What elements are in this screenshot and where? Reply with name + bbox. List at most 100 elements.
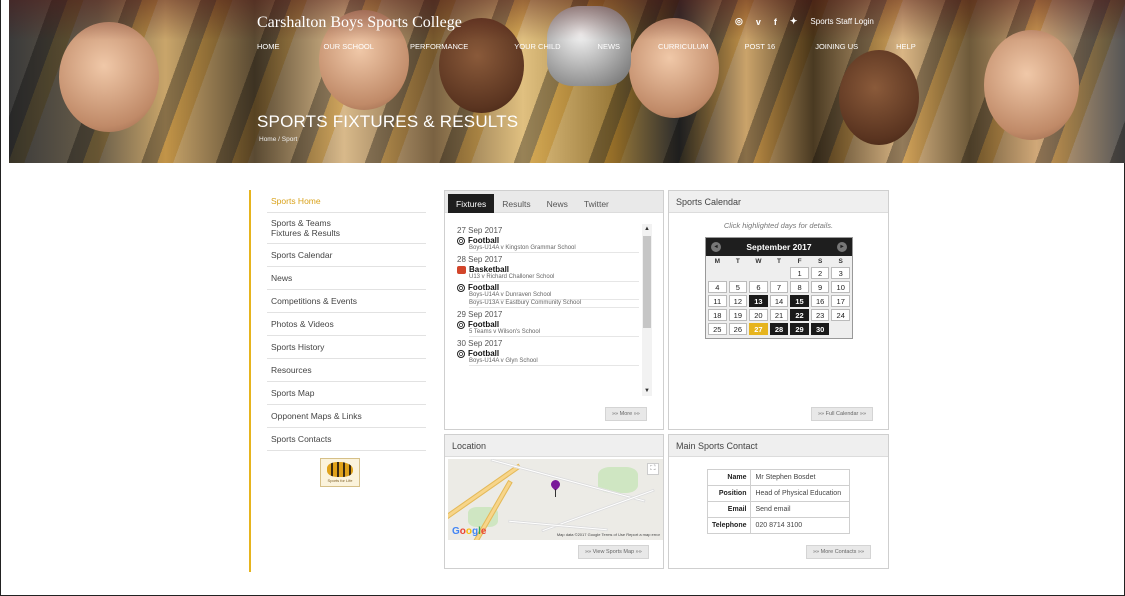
nav-our-school[interactable]: OUR SCHOOL <box>324 42 374 51</box>
map-attribution[interactable]: Map data ©2017 Google Terms of Use Repor… <box>557 532 660 537</box>
sidebar-item[interactable]: Resources <box>267 359 426 382</box>
more-fixtures-button[interactable]: »» More »» <box>605 407 647 421</box>
sidebar-item[interactable]: Sports & Teams Fixtures & Results <box>267 213 426 244</box>
vimeo-icon[interactable]: v <box>756 17 761 27</box>
map-road <box>508 519 608 532</box>
sidebar-item[interactable]: Sports Calendar <box>267 244 426 267</box>
fixture-sport[interactable]: Football <box>457 236 653 245</box>
calendar-day: 18 <box>708 309 727 321</box>
calendar-header: ◂ September 2017 ▸ <box>706 238 852 256</box>
calendar-day[interactable]: 15 <box>790 295 809 307</box>
hero-photo-figure <box>59 22 159 132</box>
fixture-sport-label: Football <box>468 320 500 329</box>
scroll-up-icon[interactable]: ▲ <box>643 226 651 232</box>
sports-sidebar: Sports Home Sports & Teams Fixtures & Res… <box>249 190 426 572</box>
calendar-day[interactable]: 22 <box>790 309 809 321</box>
calendar-panel: Sports Calendar Click highlighted days f… <box>668 190 889 430</box>
calendar-day: 21 <box>769 309 789 321</box>
contact-panel: Main Sports Contact Name Mr Stephen Bosde… <box>668 434 889 569</box>
calendar-day: 5 <box>728 281 748 293</box>
fixtures-scrollbar[interactable]: ▲ ▼ <box>642 224 652 396</box>
tab-results[interactable]: Results <box>494 194 538 213</box>
calendar-day[interactable]: 29 <box>790 323 809 335</box>
hero-photo-figure <box>629 18 719 118</box>
staff-login-link[interactable]: Sports Staff Login <box>810 17 873 26</box>
next-month-icon[interactable]: ▸ <box>836 242 847 252</box>
nav-your-child[interactable]: YOUR CHILD <box>514 42 560 51</box>
nav-help[interactable]: HELP <box>896 42 916 51</box>
sidebar-item[interactable]: Sports Home <box>267 190 426 213</box>
basketball-icon <box>457 265 466 274</box>
fixture-sport[interactable]: Basketball <box>457 265 653 274</box>
scroll-down-icon[interactable]: ▼ <box>643 388 651 394</box>
fullscreen-icon[interactable]: ⛶ <box>647 463 659 475</box>
calendar-day: 2 <box>810 267 830 279</box>
sidebar-item[interactable]: Opponent Maps & Links <box>267 405 426 428</box>
nav-home[interactable]: HOME <box>257 42 280 51</box>
contact-row: Email Send email <box>706 501 851 518</box>
fixture-sport[interactable]: Football <box>457 320 653 329</box>
fixture-sport[interactable]: Football <box>457 349 653 358</box>
calendar-day: 8 <box>790 281 809 293</box>
calendar-day: 6 <box>749 281 768 293</box>
top-navigation: HOME OUR SCHOOL PERFORMANCE YOUR CHILD N… <box>257 42 916 51</box>
tab-news[interactable]: News <box>539 194 576 213</box>
location-map[interactable]: ⛶ Google Map data ©2017 Google Terms of … <box>448 459 663 540</box>
weekday-label: S <box>817 258 823 265</box>
facebook-icon[interactable]: f <box>774 17 777 27</box>
contact-row: Position Head of Physical Education <box>706 485 851 502</box>
weekday-label: T <box>777 258 781 265</box>
prev-month-icon[interactable]: ◂ <box>711 242 721 252</box>
nav-post-16[interactable]: POST 16 <box>744 42 775 51</box>
instagram-icon[interactable]: ◎ <box>735 16 743 27</box>
social-links: ◎ v f ✦ Sports Staff Login <box>735 16 874 27</box>
fixture-match[interactable]: Boys-U14A v Dunraven School <box>469 292 639 300</box>
fixture-date: 28 Sep 2017 <box>457 255 503 264</box>
sidebar-item[interactable]: Sports Contacts <box>267 428 426 451</box>
tab-twitter[interactable]: Twitter <box>576 194 617 213</box>
more-contacts-button[interactable]: »» More Contacts »» <box>806 545 872 559</box>
nav-performance[interactable]: PERFORMANCE <box>410 42 468 51</box>
sidebar-item[interactable]: News <box>267 267 426 290</box>
fixtures-list[interactable]: 27 Sep 2017 Football Boys-U14A v Kingston … <box>457 224 653 394</box>
twitter-icon[interactable]: ✦ <box>790 16 798 27</box>
calendar-day[interactable]: 13 <box>749 295 768 307</box>
fixture-match[interactable]: Boys-U13A v Eastbury Community School <box>469 300 639 308</box>
fixture-match[interactable]: U13 v Richard Challoner School <box>469 274 639 282</box>
location-title: Location <box>445 435 663 457</box>
contact-value[interactable]: Send email <box>750 501 851 518</box>
sidebar-item[interactable]: Photos & Videos <box>267 313 426 336</box>
calendar-day: 20 <box>749 309 768 321</box>
breadcrumb[interactable]: Home / Sport <box>259 136 297 143</box>
fixture-match[interactable]: Boys-U14A v Glyn School <box>469 358 639 366</box>
calendar-day[interactable]: 28 <box>769 323 789 335</box>
view-sports-map-button[interactable]: »» View Sports Map »» <box>578 545 649 559</box>
full-calendar-button[interactable]: »» Full Calendar »» <box>811 407 874 421</box>
sidebar-item[interactable]: Sports History <box>267 336 426 359</box>
page-frame: Carshalton Boys Sports College HOME OUR … <box>0 0 1125 596</box>
fixtures-tabs: Fixtures Results News Twitter <box>445 191 663 213</box>
calendar-days: 1 2 3 4 5 6 7 8 9 10 11 12 13 14 15 16 17 18 19 20 21 22 23 24 2… <box>706 266 852 338</box>
calendar-day: 3 <box>831 267 850 279</box>
sidebar-menu: Sports Home Sports & Teams Fixtures & Res… <box>267 190 426 451</box>
contact-row: Name Mr Stephen Bosdet <box>706 469 851 486</box>
fixture-match[interactable]: 5 Teams v Wilson's School <box>469 329 639 337</box>
fixture-match[interactable]: Boys-U14A v Kingston Grammar School <box>469 245 639 253</box>
contact-key: Position <box>706 485 752 502</box>
sidebar-item[interactable]: Competitions & Events <box>267 290 426 313</box>
sports-for-life-logo[interactable]: Sports for Life <box>320 458 360 487</box>
tab-fixtures[interactable]: Fixtures <box>448 194 495 213</box>
nav-joining-us[interactable]: JOINING US <box>815 42 858 51</box>
site-title[interactable]: Carshalton Boys Sports College <box>257 14 462 32</box>
fixture-date: 30 Sep 2017 <box>457 339 503 348</box>
location-panel: Location ⛶ Google Map data ©2017 Google … <box>444 434 664 569</box>
sidebar-item[interactable]: Sports Map <box>267 382 426 405</box>
nav-curriculum[interactable]: CURRICULUM <box>658 42 708 51</box>
nav-news[interactable]: NEWS <box>598 42 621 51</box>
scroll-thumb[interactable] <box>643 236 651 328</box>
weekday-label: W <box>755 258 762 265</box>
calendar-day[interactable]: 27 <box>749 323 768 335</box>
fixture-sport[interactable]: Football <box>457 283 653 292</box>
contact-key: Name <box>706 469 752 486</box>
calendar-day[interactable]: 30 <box>810 323 830 335</box>
